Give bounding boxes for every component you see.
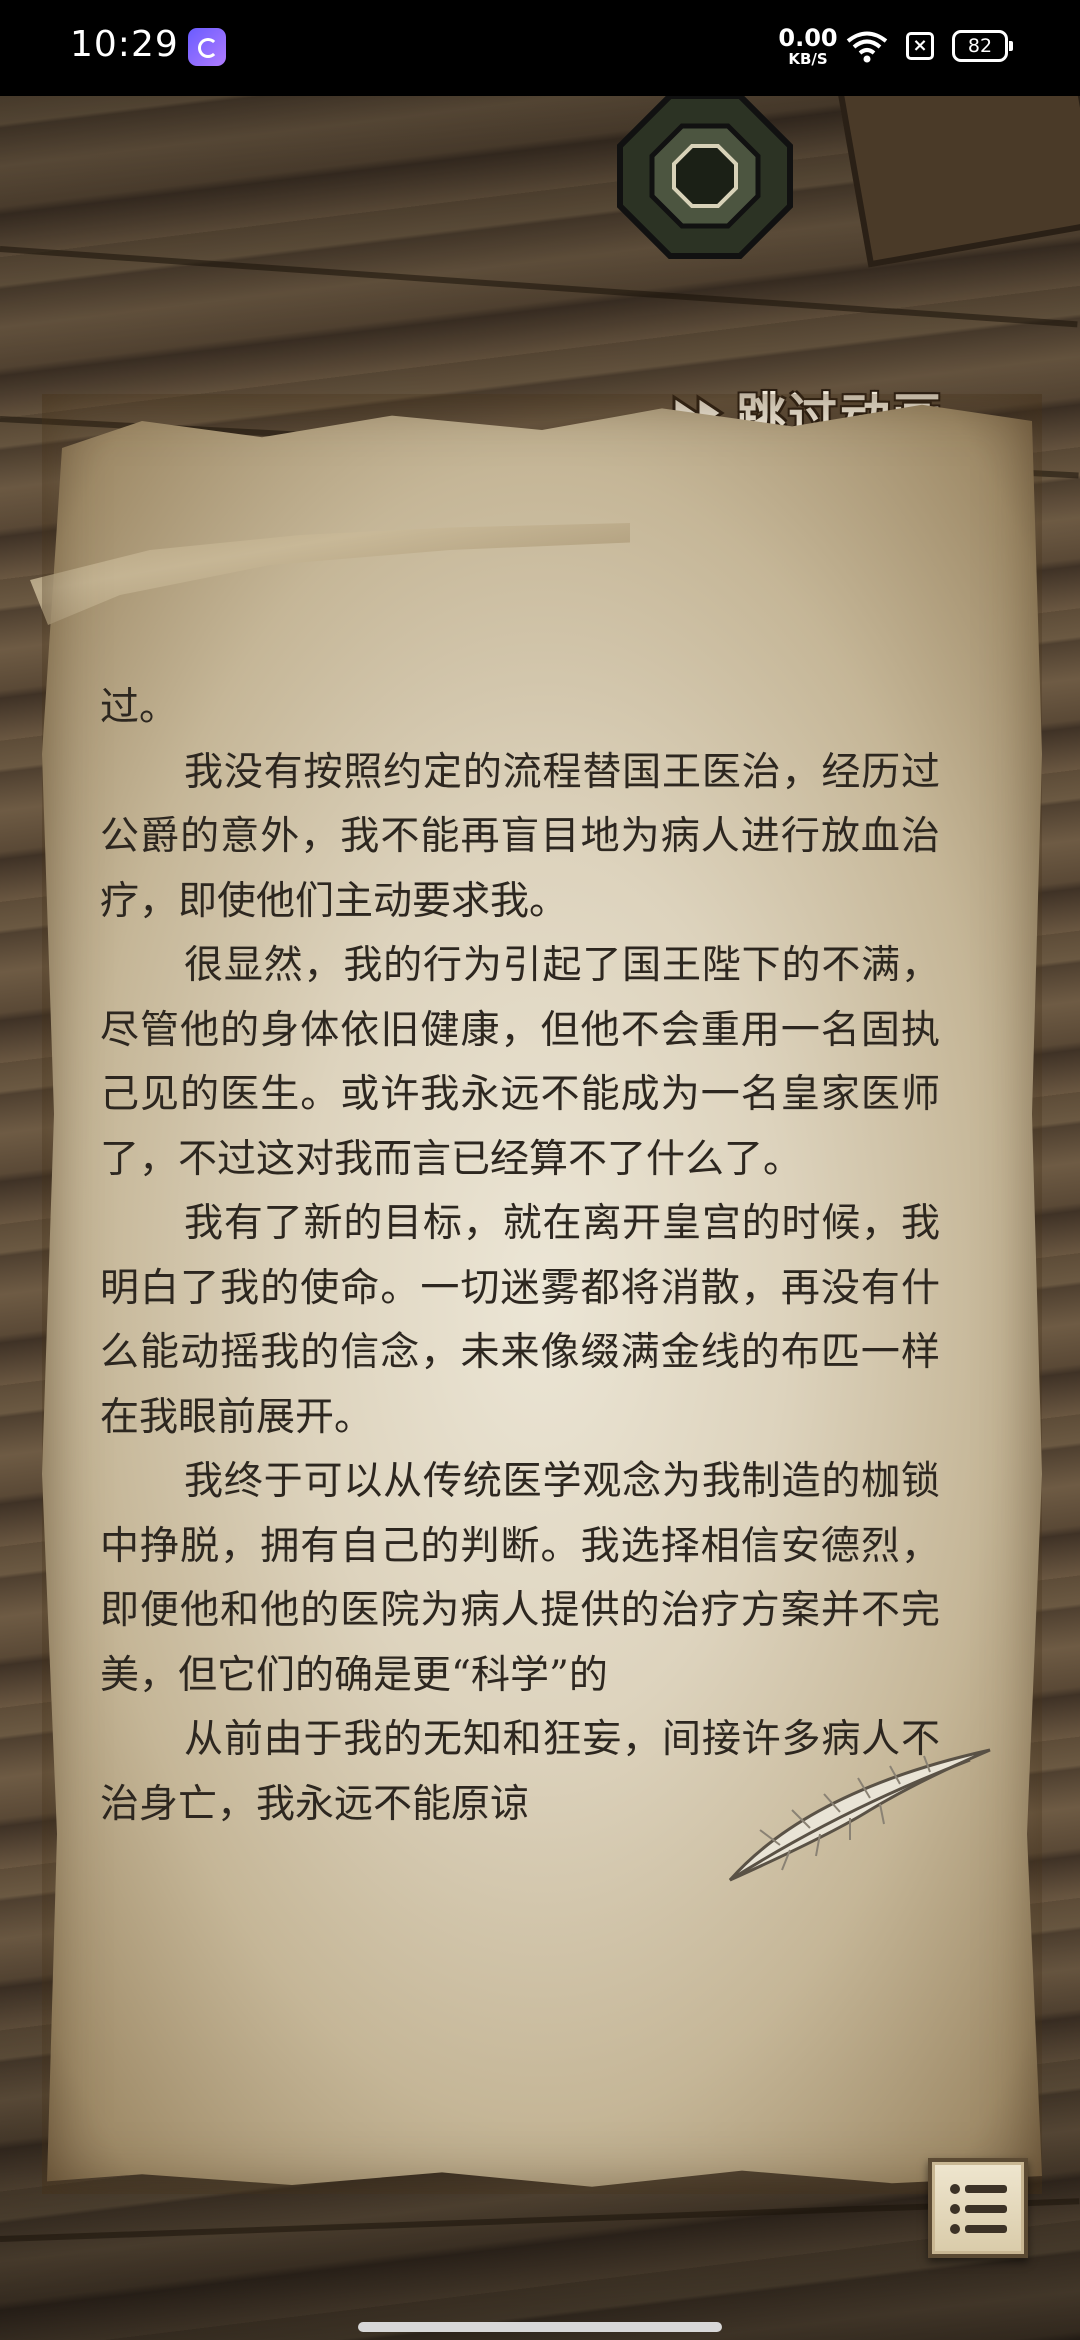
menu-button[interactable]	[928, 2158, 1028, 2258]
home-indicator[interactable]	[358, 2322, 722, 2332]
status-bar: 10:29 0.00 KB/S × 82	[0, 0, 1080, 96]
story-paragraph: 过。	[100, 685, 179, 730]
phone-screen: 10:29 0.00 KB/S × 82 跳过动画 过。 我没有按照约定的流程替…	[0, 0, 1080, 2340]
network-speed: 0.00 KB/S	[778, 26, 838, 67]
app-notification-icon	[188, 28, 226, 66]
story-paragraph: 很显然，我的行为引起了国王陛下的不满，尽管他的身体依旧健康，但他不会重用一名固执…	[100, 943, 940, 1182]
quill-pen-icon	[728, 1748, 991, 1882]
inkwell-icon	[617, 96, 793, 259]
story-paragraph: 我没有按照约定的流程替国王医治，经历过公爵的意外，我不能再盲目地为病人进行放血治…	[100, 749, 940, 924]
wifi-icon	[846, 31, 888, 63]
network-speed-unit: KB/S	[788, 50, 828, 68]
list-menu-icon	[950, 2184, 1007, 2234]
wooden-box-prop	[835, 96, 1080, 268]
wood-plank-seam	[0, 2198, 1080, 2242]
battery-indicator: 82	[952, 30, 1013, 62]
network-speed-value: 0.00	[778, 24, 838, 52]
no-sim-icon: ×	[906, 32, 934, 60]
story-paragraph: 我有了新的目标，就在离开皇宫的时候，我明白了我的使命。一切迷雾都将消散，再没有什…	[100, 1201, 940, 1440]
story-text: 过。 我没有按照约定的流程替国王医治，经历过公爵的意外，我不能再盲目地为病人进行…	[100, 676, 940, 1837]
status-time: 10:29	[70, 24, 179, 65]
story-paragraph: 我终于可以从传统医学观念为我制造的枷锁中挣脱，拥有自己的判断。我选择相信安德烈，…	[100, 1459, 940, 1698]
